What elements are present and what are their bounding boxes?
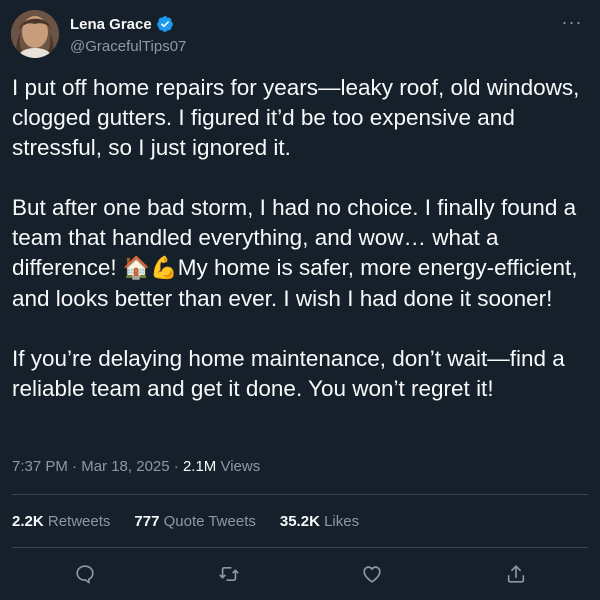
tweet-time[interactable]: 7:37 PM	[12, 458, 68, 475]
avatar[interactable]	[11, 10, 59, 58]
retweet-button[interactable]	[215, 560, 243, 588]
tweet-card: Lena Grace @GracefulTips07 ··· I put off…	[0, 0, 600, 600]
verified-badge-icon	[156, 15, 174, 33]
avatar-image	[11, 10, 59, 58]
tweet-date[interactable]: Mar 18, 2025	[81, 458, 169, 475]
divider-top	[12, 494, 588, 495]
meta-separator: ·	[67, 458, 82, 475]
author-handle[interactable]: @GracefulTips07	[70, 38, 186, 55]
divider-bottom	[12, 547, 588, 548]
tweet-paragraph-1: I put off home repairs for years—leaky r…	[12, 75, 580, 160]
likes-count: 35.2K	[279, 513, 320, 530]
quote-tweets-stat[interactable]: 777 Quote Tweets	[134, 513, 255, 530]
reply-button[interactable]	[71, 560, 99, 588]
retweet-icon	[219, 566, 239, 582]
author-display-name[interactable]: Lena Grace	[70, 16, 152, 33]
tweet-paragraph-2: But after one bad storm, I had no choice…	[12, 193, 594, 314]
retweets-count: 2.2K	[12, 513, 44, 530]
views-count: 2.1M	[182, 458, 217, 475]
more-icon: ···	[561, 11, 583, 32]
like-icon	[363, 566, 381, 583]
flexed-bicep-emoji-icon: 💪	[150, 256, 178, 281]
action-bar	[0, 558, 600, 588]
more-options-button[interactable]: ···	[558, 8, 586, 36]
meta-separator-2: ·	[169, 458, 183, 475]
engagement-stats: 2.2K Retweets 777 Quote Tweets 35.2K Lik…	[12, 513, 383, 530]
share-icon	[507, 565, 525, 583]
like-button[interactable]	[358, 560, 386, 588]
quotes-label: Quote Tweets	[159, 513, 256, 530]
retweets-label: Retweets	[43, 513, 111, 530]
retweets-stat[interactable]: 2.2K Retweets	[12, 513, 110, 530]
likes-label: Likes	[319, 513, 360, 530]
tweet-text: I put off home repairs for years—leaky r…	[12, 73, 594, 404]
views-label: Views	[216, 458, 261, 475]
tweet-meta: 7:37 PM · Mar 18, 2025 · 2.1M Views	[12, 458, 260, 475]
share-button[interactable]	[502, 560, 530, 588]
house-emoji-icon: 🏠	[122, 256, 151, 281]
quotes-count: 777	[134, 513, 160, 530]
likes-stat[interactable]: 35.2K Likes	[280, 513, 359, 530]
reply-icon	[76, 565, 94, 584]
author-name-row: Lena Grace	[70, 15, 174, 33]
tweet-paragraph-3: If you’re delaying home maintenance, don…	[12, 346, 565, 401]
